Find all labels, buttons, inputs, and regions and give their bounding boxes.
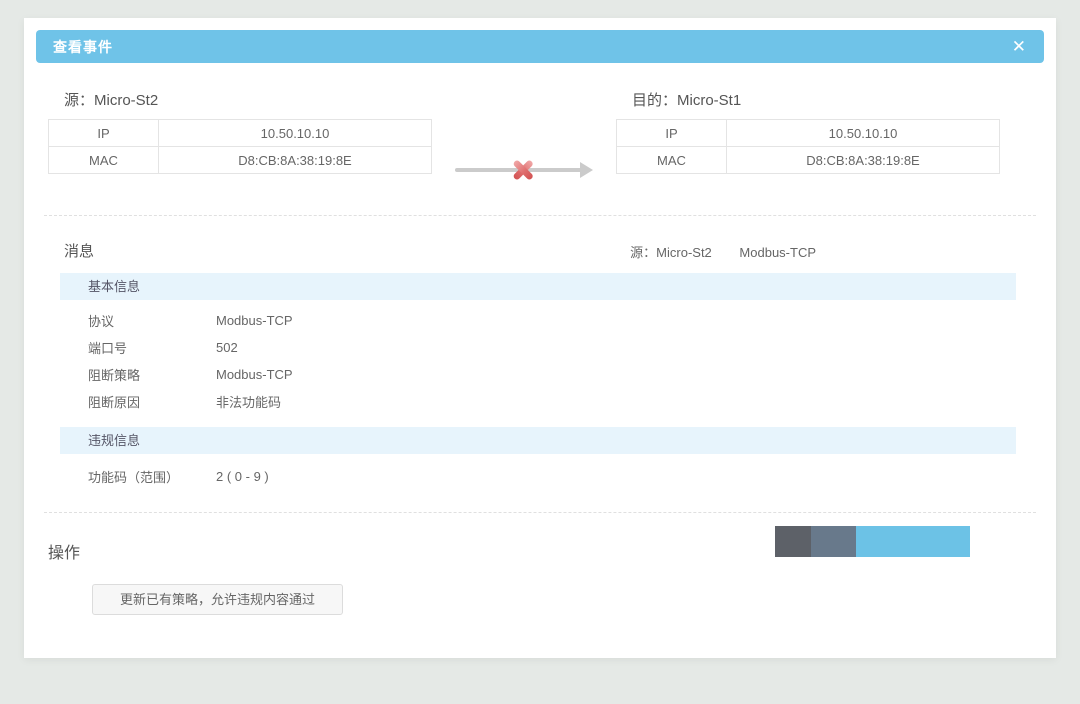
list-item: 阻断策略 Modbus-TCP (48, 361, 1032, 388)
table-row: IP 10.50.10.10 (49, 120, 432, 147)
protocol-value: Modbus-TCP (216, 313, 293, 328)
close-icon[interactable]: ✕ (1008, 36, 1030, 57)
violation-info-rows: 功能码（范围） 2 ( 0 - 9 ) (48, 463, 1032, 490)
basic-info-rows: 协议 Modbus-TCP 端口号 502 阻断策略 Modbus-TCP 阻断… (48, 307, 1032, 415)
block-policy-value: Modbus-TCP (216, 367, 293, 382)
blocked-x-icon (510, 157, 537, 184)
flow-arrow (455, 155, 593, 185)
destination-table: IP 10.50.10.10 MAC D8:CB:8A:38:19:8E (616, 119, 1000, 174)
arrow-head (580, 162, 593, 178)
source-ip-value: 10.50.10.10 (159, 120, 432, 147)
function-code-value: 2 ( 0 - 9 ) (216, 469, 269, 484)
table-row: IP 10.50.10.10 (617, 120, 1000, 147)
table-row: MAC D8:CB:8A:38:19:8E (617, 147, 1000, 174)
hosts-row: 源：Micro-St2 IP 10.50.10.10 MAC D8:CB:8A:… (48, 89, 1032, 185)
port-label: 端口号 (48, 338, 216, 357)
dialog-content: 源：Micro-St2 IP 10.50.10.10 MAC D8:CB:8A:… (24, 89, 1056, 615)
table-row: MAC D8:CB:8A:38:19:8E (49, 147, 432, 174)
list-item: 功能码（范围） 2 ( 0 - 9 ) (48, 463, 1032, 490)
source-mac-key: MAC (49, 147, 159, 174)
list-item: 协议 Modbus-TCP (48, 307, 1032, 334)
basic-info-band: 基本信息 (60, 273, 1016, 300)
destination-mac-value: D8:CB:8A:38:19:8E (727, 147, 1000, 174)
legend-segment-dark (775, 526, 811, 557)
message-header-row: 消息 源：Micro-St2 Modbus-TCP (48, 240, 1032, 261)
dialog-header: 查看事件 ✕ (36, 30, 1044, 63)
legend-segment-slate (811, 526, 856, 557)
list-item: 阻断原因 非法功能码 (48, 388, 1032, 415)
function-code-label: 功能码（范围） (48, 467, 216, 486)
traffic-flow (432, 89, 616, 185)
action-header-row: 操作 (48, 529, 1032, 565)
context-protocol: Modbus-TCP (739, 245, 816, 260)
section-divider (44, 512, 1036, 513)
block-reason-label: 阻断原因 (48, 392, 216, 411)
message-context: 源：Micro-St2 Modbus-TCP (630, 242, 1032, 261)
source-table: IP 10.50.10.10 MAC D8:CB:8A:38:19:8E (48, 119, 432, 174)
block-policy-label: 阻断策略 (48, 365, 216, 384)
source-block: 源：Micro-St2 IP 10.50.10.10 MAC D8:CB:8A:… (48, 89, 432, 185)
destination-mac-key: MAC (617, 147, 727, 174)
source-label: 源：Micro-St2 (48, 89, 432, 110)
legend-color-bar (775, 526, 970, 557)
source-mac-value: D8:CB:8A:38:19:8E (159, 147, 432, 174)
view-event-dialog: 查看事件 ✕ 源：Micro-St2 IP 10.50.10.10 MAC D8… (24, 18, 1056, 658)
message-heading: 消息 (48, 240, 94, 261)
destination-label: 目的：Micro-St1 (616, 89, 1000, 110)
source-ip-key: IP (49, 120, 159, 147)
context-source: 源：Micro-St2 (630, 245, 712, 260)
port-value: 502 (216, 340, 238, 355)
update-policy-button[interactable]: 更新已有策略，允许违规内容通过 (92, 584, 343, 615)
block-reason-value: 非法功能码 (216, 392, 281, 411)
section-divider (44, 215, 1036, 216)
destination-block: 目的：Micro-St1 IP 10.50.10.10 MAC D8:CB:8A… (616, 89, 1000, 185)
protocol-label: 协议 (48, 311, 216, 330)
destination-ip-value: 10.50.10.10 (727, 120, 1000, 147)
list-item: 端口号 502 (48, 334, 1032, 361)
page-background: { "page": { "background_color": "#e5e9e6… (0, 0, 1080, 704)
legend-segment-blue (856, 526, 970, 557)
violation-info-band: 违规信息 (60, 427, 1016, 454)
destination-ip-key: IP (617, 120, 727, 147)
dialog-title: 查看事件 (53, 37, 1008, 57)
